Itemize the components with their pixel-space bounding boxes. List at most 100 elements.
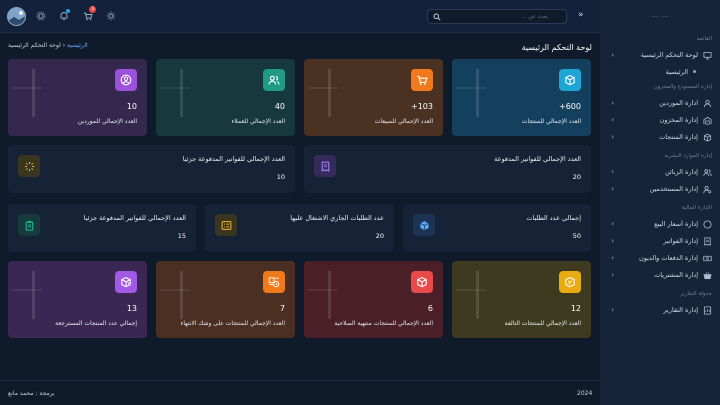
notifications-button[interactable]: [58, 9, 70, 22]
sidebar-item-label: إدارة المشتريات: [654, 271, 698, 279]
user-cog-icon: [703, 185, 712, 194]
stat-card[interactable]: 13 إجمالي عدد المنتجات المسترجعة: [8, 261, 147, 338]
sidebar-item[interactable]: إدارة المنتجات ‹: [600, 130, 720, 144]
stat-value: 12: [570, 304, 581, 313]
sidebar-section-title: الإدارة المالية: [681, 205, 712, 211]
breadcrumb: الرئيسية ‹ لوحة التحكم الرئيسية: [8, 42, 88, 49]
damaged-box-icon: [559, 271, 581, 293]
sidebar-item[interactable]: إدارة الفواتير ‹: [600, 234, 720, 248]
card-decoration: [456, 289, 486, 291]
chevron-left-icon: ‹: [611, 133, 614, 141]
sidebar-item[interactable]: إدارة الزبائن ‹: [600, 165, 720, 179]
sidebar-section-title: إدارة المستودع والمخزون: [653, 84, 712, 90]
stat-card[interactable]: إجمالي عدد الطلبات 50: [403, 204, 591, 252]
sidebar-item[interactable]: إدارة الدفعات والديون ‹: [600, 251, 720, 265]
sidebar-item[interactable]: إدارة التقارير ‹: [600, 303, 720, 317]
card-decoration: [308, 87, 338, 89]
user-icon: [703, 99, 712, 108]
box-icon: [703, 133, 712, 142]
brand-logo: — —: [651, 12, 669, 20]
sidebar-subitem-home[interactable]: الرئيسية: [600, 65, 720, 78]
stat-card[interactable]: 12 العدد الإجمالي للمنتجات التالفة: [452, 261, 591, 338]
stat-card[interactable]: 10 العدد الإجمالي للموردين: [8, 59, 147, 136]
sidebar-item[interactable]: إدارة المخزون ‹: [600, 113, 720, 127]
report-icon: [703, 305, 712, 315]
cart-icon: [411, 69, 433, 91]
stat-label: العدد الإجمالي للعملاء: [231, 118, 285, 125]
card-decoration: [328, 69, 331, 117]
stat-card[interactable]: +103 العدد الإجمالي للمبيعات: [304, 59, 443, 136]
sidebar-item-label: إدارة التقارير: [663, 306, 698, 314]
card-decoration: [12, 289, 42, 291]
stat-value: 40: [274, 102, 285, 111]
card-decoration: [308, 289, 338, 291]
sidebar-item[interactable]: إدارة أسعار البيع ‹: [600, 217, 720, 231]
stat-card[interactable]: العدد الإجمالي للفواتير المدفوعة 20: [304, 145, 591, 193]
footer: 2024 برمجة : محمد مانع: [0, 380, 600, 405]
stat-card[interactable]: 7 العدد الإجمالي للمنتجات على وشك الانتها…: [156, 261, 295, 338]
invoice-icon: [314, 155, 336, 177]
breadcrumb-home-link[interactable]: الرئيسية: [67, 42, 88, 49]
stat-card[interactable]: 6 العدد الإجمالي للمنتجات منتهية الصلاحية: [304, 261, 443, 338]
avatar[interactable]: [7, 7, 26, 26]
search-icon: [433, 13, 441, 23]
sidebar-item[interactable]: إدارة المستخدمين ‹: [600, 182, 720, 196]
stat-value: 20: [375, 232, 384, 240]
chevron-left-icon: ‹: [611, 99, 614, 107]
page-title: لوحة التحكم الرئيسية: [521, 43, 592, 52]
sidebar-subitem-label: الرئيسية: [665, 67, 688, 76]
stat-card[interactable]: العدد الإجمالي للفواتير المدفوعة جزئيا 15: [8, 204, 196, 252]
cart-button[interactable]: 3: [82, 6, 96, 22]
sidebar-item-label: إدارة المخزون: [659, 116, 698, 124]
chevron-left-icon: ‹: [611, 168, 614, 176]
stat-card[interactable]: العدد الإجمالي للفواتير المدفوعة جزئيا 10: [8, 145, 295, 193]
sidebar-item[interactable]: ادارة الموردين ‹: [600, 96, 720, 110]
card-decoration: [476, 271, 479, 319]
monitor-icon: [703, 51, 712, 60]
stat-value: 20: [572, 173, 581, 181]
cart-badge: 3: [89, 6, 96, 13]
stat-value: 7: [279, 304, 285, 313]
settings-button[interactable]: [35, 11, 46, 22]
card-decoration: [328, 271, 331, 319]
theme-toggle-button[interactable]: [105, 11, 116, 22]
card-decoration: [32, 271, 35, 319]
sidebar-nav: لوحة التحكم الرئيسية ‹ الرئيسية إدارة المست…: [600, 48, 720, 317]
stat-card[interactable]: 40 العدد الإجمالي للعملاء: [156, 59, 295, 136]
stat-label: العدد الإجمالي للفواتير المدفوعة: [494, 155, 581, 163]
warehouse-icon: [703, 116, 712, 125]
return-box-icon: [115, 271, 137, 293]
sidebar-item-label: إدارة الدفعات والديون: [638, 254, 698, 262]
stat-label: العدد الإجمالي للموردين: [77, 118, 137, 125]
sidebar-collapse-button[interactable]: »: [578, 10, 584, 20]
sidebar-item-label: إدارة المنتجات: [659, 133, 698, 141]
basket-icon: [703, 271, 712, 280]
search-input[interactable]: [438, 10, 548, 23]
stat-label: العدد الإجمالي للفواتير المدفوعة جزئيا: [182, 155, 285, 163]
timer-box-icon: [263, 271, 285, 293]
stat-label: العدد الإجمالي للفواتير المدفوعة جزئيا: [83, 214, 186, 222]
chevron-left-icon: ‹: [611, 220, 614, 228]
card-decoration: [160, 87, 190, 89]
sidebar-item[interactable]: لوحة التحكم الرئيسية ‹: [600, 48, 720, 62]
users-icon: [263, 69, 285, 91]
footer-year: 2024: [577, 390, 593, 397]
chevron-left-icon: ‹: [611, 116, 614, 124]
stat-card[interactable]: عدد الطلبات الجاري الاشتغال عليها 20: [205, 204, 394, 252]
sidebar-item[interactable]: إدارة المشتريات ‹: [600, 268, 720, 282]
cash-icon: [703, 254, 712, 263]
chevron-left-icon: ‹: [611, 185, 614, 193]
stat-card[interactable]: +600 العدد الإجمالي للمنتجات: [452, 59, 591, 136]
card-decoration: [160, 289, 190, 291]
clipboard-icon: [18, 214, 40, 236]
sidebar-section-title: إدارة الموارد البشرية: [664, 153, 712, 159]
list-icon: [215, 214, 237, 236]
stat-label: عدد الطلبات الجاري الاشتغال عليها: [290, 214, 384, 222]
card-decoration: [180, 69, 183, 117]
chevron-left-icon: ‹: [611, 306, 614, 314]
gear-icon: [36, 11, 46, 23]
chevron-left-icon: ‹: [611, 254, 614, 262]
sidebar-item-label: إدارة أسعار البيع: [654, 220, 698, 228]
sidebar-menu-title: القائمة: [696, 36, 712, 42]
stat-value: 15: [177, 232, 186, 240]
